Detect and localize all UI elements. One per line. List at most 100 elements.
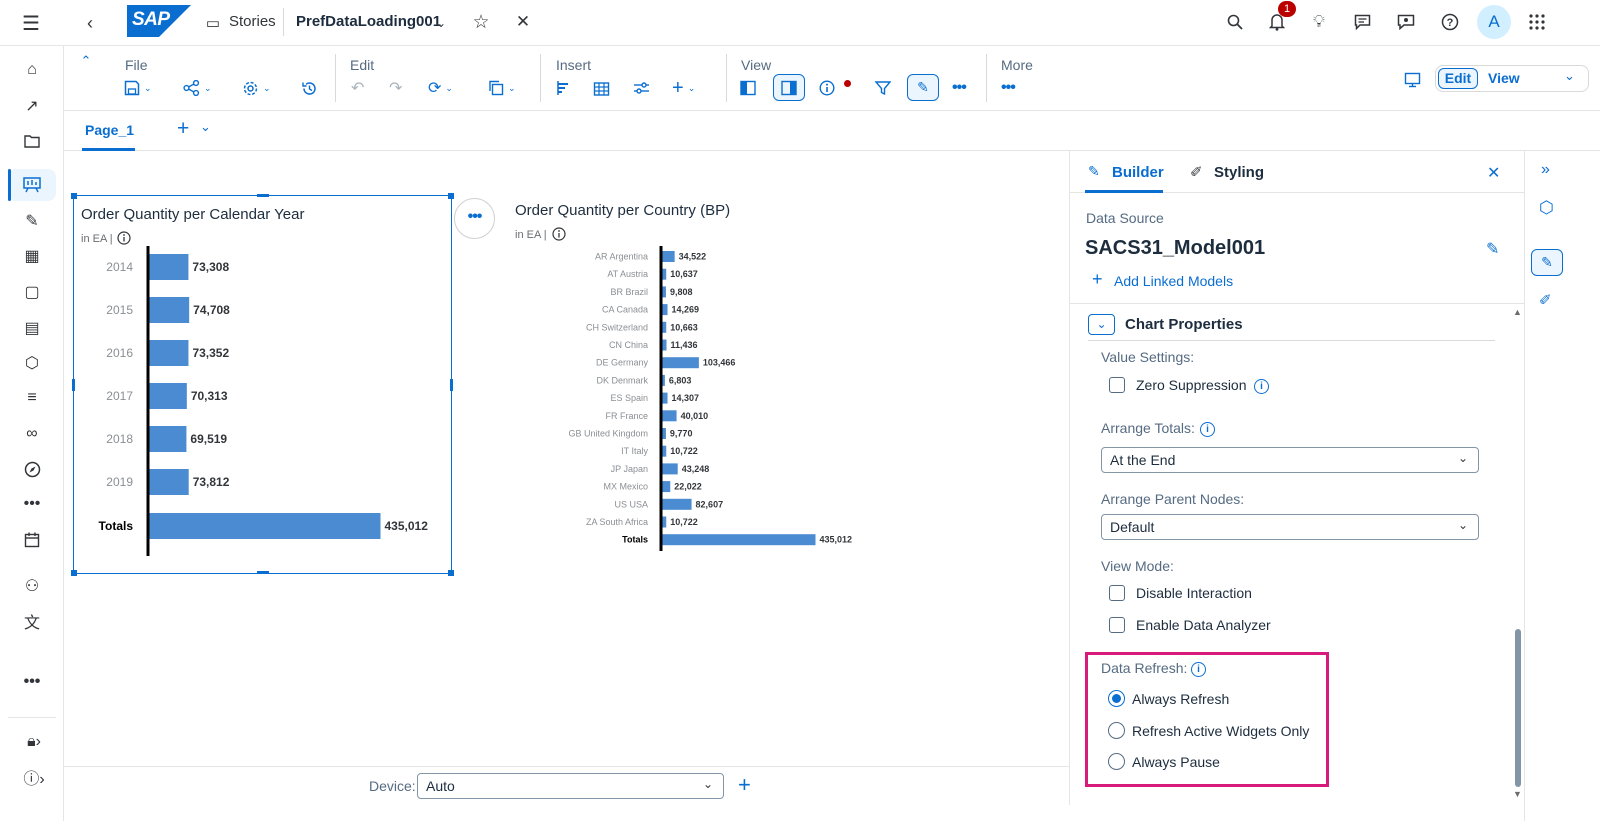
- add-linked-models-link[interactable]: Add Linked Models: [1114, 273, 1233, 289]
- star-icon[interactable]: ☆: [470, 10, 492, 34]
- avatar[interactable]: A: [1477, 5, 1511, 39]
- chevron-down-icon[interactable]: ⌄: [1564, 68, 1575, 84]
- doc-title[interactable]: PrefDataLoading001: [296, 13, 441, 30]
- comment-icon[interactable]: [1351, 10, 1373, 34]
- arrange-totals-select[interactable]: At the End ⌄: [1101, 447, 1479, 473]
- disable-interaction-checkbox[interactable]: [1109, 585, 1125, 601]
- view-mode-button[interactable]: View: [1488, 70, 1520, 86]
- add-page-icon[interactable]: +: [177, 117, 189, 141]
- sap-logo[interactable]: SAP: [127, 5, 191, 37]
- resize-handle[interactable]: [257, 571, 269, 574]
- chevron-down-icon[interactable]: ⌄: [433, 11, 449, 35]
- resize-handle[interactable]: [448, 193, 454, 199]
- stories-icon[interactable]: [20, 173, 44, 197]
- info-icon[interactable]: i: [1254, 376, 1269, 394]
- resize-handle[interactable]: [450, 379, 453, 391]
- model-cube-icon[interactable]: ⬡: [20, 351, 44, 375]
- resize-handle[interactable]: [71, 193, 77, 199]
- menu-icon[interactable]: ☰: [18, 11, 44, 35]
- more-icon[interactable]: •••: [1001, 76, 1016, 100]
- history-icon[interactable]: [301, 76, 318, 100]
- hierarchy-icon[interactable]: ⚇: [20, 574, 44, 598]
- explorer-binoculars-icon[interactable]: ∞: [20, 422, 44, 446]
- scroll-up-icon[interactable]: ▲: [1513, 307, 1522, 317]
- insert-chart-icon[interactable]: [556, 76, 572, 100]
- info-icon[interactable]: i: [1200, 419, 1215, 437]
- view-more-icon[interactable]: •••: [952, 76, 967, 100]
- close-icon[interactable]: ✕: [513, 10, 533, 34]
- collapse-section-button[interactable]: ⌄: [1088, 314, 1115, 335]
- styling-brush-icon[interactable]: ✐: [1539, 291, 1552, 309]
- info-icon[interactable]: [819, 76, 835, 100]
- add-icon[interactable]: +: [1092, 269, 1103, 290]
- calendar-icon[interactable]: [20, 528, 44, 552]
- help-icon[interactable]: ?: [1439, 10, 1461, 34]
- data-analyzer-icon[interactable]: ▤: [20, 316, 44, 340]
- tab-builder[interactable]: Builder: [1112, 164, 1164, 181]
- compass-icon[interactable]: [20, 457, 44, 481]
- trend-icon[interactable]: ↗: [20, 94, 44, 118]
- filter-icon[interactable]: [875, 76, 891, 100]
- home-icon[interactable]: ⌂: [20, 58, 44, 82]
- resize-handle[interactable]: [72, 379, 75, 391]
- collaboration-icon[interactable]: [1395, 10, 1417, 34]
- model-cube-icon[interactable]: ⬡: [1539, 198, 1554, 218]
- lock-icon[interactable]: 🔒︎›: [22, 730, 46, 754]
- scrollbar-thumb[interactable]: [1515, 629, 1521, 787]
- chart-widget-calendar-year[interactable]: Order Quantity per Calendar Year in EA |…: [71, 193, 454, 576]
- device-select[interactable]: Auto ⌄: [417, 773, 724, 799]
- resize-handle[interactable]: [448, 570, 454, 576]
- lightbulb-icon[interactable]: 💡︎: [1308, 10, 1330, 34]
- insert-add-icon[interactable]: + ⌄: [672, 76, 695, 100]
- resize-handle[interactable]: [257, 194, 269, 197]
- close-panel-icon[interactable]: ✕: [1487, 163, 1500, 183]
- arrange-parent-select[interactable]: Default ⌄: [1101, 514, 1479, 540]
- chevron-down-icon[interactable]: ⌄: [200, 119, 211, 135]
- enable-data-analyzer-checkbox[interactable]: [1109, 617, 1125, 633]
- insert-input-control-icon[interactable]: [633, 76, 650, 100]
- zero-suppression-checkbox[interactable]: [1109, 377, 1125, 393]
- back-icon[interactable]: ‹: [80, 11, 100, 35]
- info-icon[interactable]: [552, 227, 566, 246]
- connections-icon[interactable]: •••: [20, 492, 44, 516]
- product-switch-icon[interactable]: [1526, 10, 1548, 34]
- more-icon[interactable]: •••: [20, 670, 44, 694]
- designer-toggle-button[interactable]: ✎: [907, 74, 939, 101]
- collapse-toolbar-icon[interactable]: ⌃: [78, 53, 94, 69]
- widget-more-actions-button[interactable]: •••: [454, 198, 495, 239]
- info-icon[interactable]: i: [1191, 659, 1206, 677]
- share-icon[interactable]: ⌄: [183, 76, 212, 100]
- always-refresh-radio[interactable]: [1108, 690, 1125, 707]
- tab-page-1[interactable]: Page_1: [85, 122, 134, 138]
- right-panel-toggle-button[interactable]: [773, 74, 805, 101]
- presentation-icon[interactable]: ▢: [20, 280, 44, 304]
- refresh-active-widgets-radio[interactable]: [1108, 722, 1125, 739]
- resize-handle[interactable]: [71, 570, 77, 576]
- analytic-application-icon[interactable]: ✎: [20, 209, 44, 233]
- redo-icon[interactable]: ↷: [389, 76, 402, 100]
- insert-table-icon[interactable]: [593, 76, 610, 100]
- add-device-icon[interactable]: +: [738, 772, 751, 798]
- builder-rail-button[interactable]: ✎: [1531, 249, 1563, 276]
- always-pause-radio[interactable]: [1108, 753, 1125, 770]
- dataset-icon[interactable]: ▦: [20, 244, 44, 268]
- present-icon[interactable]: [1404, 68, 1421, 92]
- folder-icon[interactable]: [20, 129, 44, 153]
- undo-icon[interactable]: ↶: [351, 76, 364, 100]
- settings-icon[interactable]: ⌄: [242, 76, 271, 100]
- save-icon[interactable]: ⌄: [124, 76, 152, 100]
- app-title[interactable]: Stories: [229, 13, 276, 30]
- info-alert-dot: [844, 80, 851, 87]
- expand-panel-icon[interactable]: »: [1541, 161, 1550, 179]
- tab-styling[interactable]: Styling: [1214, 164, 1264, 181]
- data-action-icon[interactable]: ≡: [20, 386, 44, 410]
- refresh-icon[interactable]: ⟳ ⌄: [428, 76, 453, 100]
- copy-icon[interactable]: ⌄: [488, 76, 516, 100]
- edit-model-icon[interactable]: ✎: [1486, 239, 1499, 259]
- info-expand-icon[interactable]: ⓘ›: [22, 765, 46, 789]
- scroll-down-icon[interactable]: ▼: [1513, 789, 1522, 799]
- translation-icon[interactable]: 文: [20, 609, 44, 633]
- edit-mode-button[interactable]: Edit: [1438, 68, 1478, 89]
- left-panel-icon[interactable]: [740, 76, 756, 100]
- search-icon[interactable]: [1224, 10, 1246, 34]
